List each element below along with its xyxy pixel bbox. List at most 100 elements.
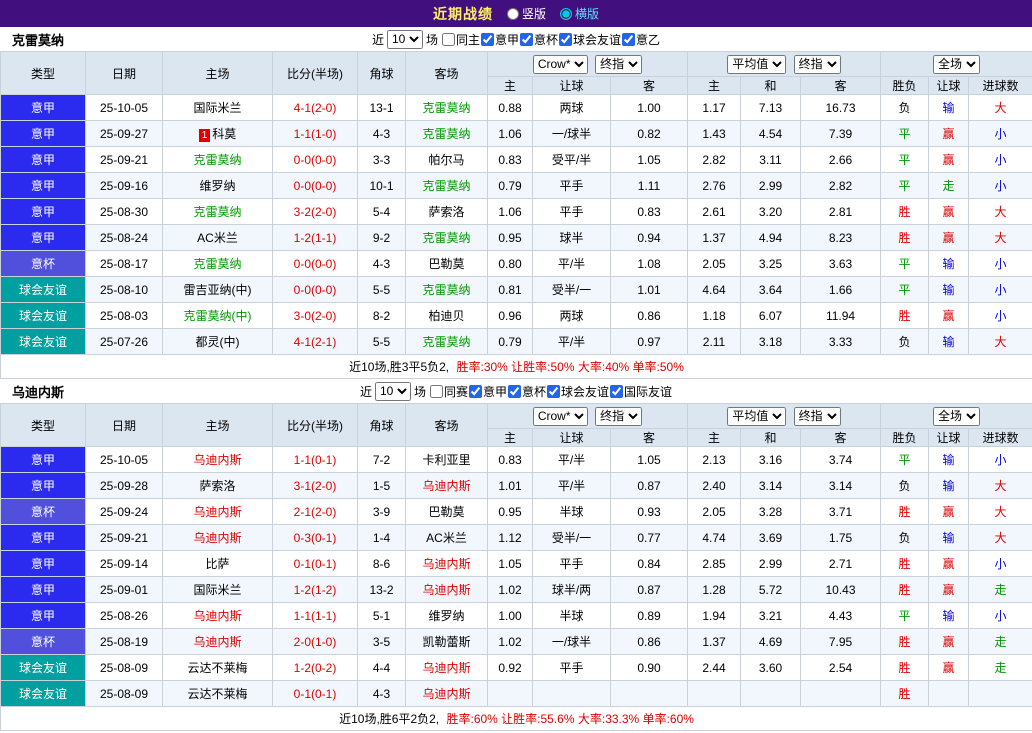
match-row: 意杯 25-09-24 乌迪内斯 2-1(2-0) 3-9 巴勒莫 0.95 半球 0.93 2.… bbox=[0, 498, 1032, 525]
odds-handicap-cell: 球半 bbox=[532, 224, 611, 251]
vertical-layout-radio[interactable] bbox=[506, 7, 519, 20]
filter-checkbox[interactable] bbox=[622, 32, 636, 46]
filter-checkbox[interactable] bbox=[429, 384, 443, 398]
result-goals-cell: 大 bbox=[968, 472, 1032, 499]
col-away: 客场 bbox=[405, 403, 488, 447]
filter-checkbox-option[interactable]: 同主 bbox=[441, 31, 480, 48]
type-cell: 意甲 bbox=[0, 146, 86, 173]
layout-option-vertical[interactable]: 竖版 bbox=[506, 5, 546, 22]
filter-checkbox-option[interactable]: 国际友谊 bbox=[610, 383, 672, 400]
avg-home-cell bbox=[687, 680, 741, 707]
score-cell: 1-2(1-2) bbox=[272, 576, 358, 603]
filter-checkbox-option[interactable]: 同赛 bbox=[429, 383, 468, 400]
result-goals-cell: 小 bbox=[968, 146, 1032, 173]
fullmatch-select[interactable]: 全场 bbox=[933, 54, 981, 74]
match-row: 意甲 25-10-05 国际米兰 4-1(2-0) 13-1 克雷莫纳 0.88 两球 1.00… bbox=[0, 94, 1032, 121]
filter-checkbox[interactable] bbox=[610, 384, 624, 398]
result-outcome-cell: 胜 bbox=[880, 302, 930, 329]
avg-time-select[interactable]: 终指 bbox=[793, 54, 841, 74]
score-cell: 4-1(2-1) bbox=[272, 328, 358, 355]
average-select[interactable]: 平均值 bbox=[727, 54, 787, 74]
odds-time-select[interactable]: 终指 bbox=[595, 406, 643, 426]
fullmatch-select[interactable]: 全场 bbox=[933, 406, 981, 426]
match-count-select[interactable]: 10 bbox=[374, 381, 411, 401]
result-group: 全场 bbox=[880, 51, 1032, 77]
score-cell: 3-1(2-0) bbox=[272, 472, 358, 499]
score-cell: 0-0(0-0) bbox=[272, 172, 358, 199]
odds-handicap-cell: 受平/半 bbox=[532, 146, 611, 173]
home-team-cell: 克雷莫纳(中) bbox=[162, 302, 273, 329]
filter-checkbox[interactable] bbox=[441, 32, 455, 46]
away-team-cell: 乌迪内斯 bbox=[405, 576, 488, 603]
odds-away-cell: 0.82 bbox=[610, 120, 688, 147]
odds-home-cell: 1.06 bbox=[487, 198, 533, 225]
corners-cell: 13-2 bbox=[357, 576, 406, 603]
match-row: 球会友谊 25-08-09 云达不莱梅 0-1(0-1) 4-3 乌迪内斯 胜 bbox=[0, 680, 1032, 707]
vertical-layout-label: 竖版 bbox=[521, 7, 546, 21]
filter-checkbox-option[interactable]: 意杯 bbox=[508, 383, 546, 400]
home-team-cell: 乌迪内斯 bbox=[162, 628, 273, 655]
filter-checkbox-option[interactable]: 意甲 bbox=[480, 31, 519, 48]
away-team-cell: 柏迪贝 bbox=[405, 302, 488, 329]
filter-checkbox[interactable] bbox=[547, 384, 561, 398]
odds-handicap-cell: 球半/两 bbox=[532, 576, 611, 603]
home-team-cell: 雷吉亚纳(中) bbox=[162, 276, 273, 303]
filter-checkbox[interactable] bbox=[480, 32, 494, 46]
result-outcome-cell: 胜 bbox=[880, 576, 930, 603]
away-team-cell: 克雷莫纳 bbox=[405, 94, 488, 121]
filter-checkbox[interactable] bbox=[508, 384, 521, 398]
result-outcome-cell: 胜 bbox=[880, 654, 930, 681]
home-team-cell: 维罗纳 bbox=[162, 172, 273, 199]
score-cell: 1-2(0-2) bbox=[272, 654, 358, 681]
team-name: 克雷莫纳 bbox=[12, 32, 65, 48]
odds-away-cell: 0.77 bbox=[610, 524, 688, 551]
filter-checkbox[interactable] bbox=[468, 384, 482, 398]
corners-cell: 1-5 bbox=[357, 472, 406, 499]
filter-checkbox[interactable] bbox=[559, 32, 573, 46]
col-score: 比分(半场) bbox=[272, 51, 358, 95]
avg-time-select[interactable]: 终指 bbox=[793, 406, 841, 426]
result-goals-cell: 大 bbox=[968, 524, 1032, 551]
handicap-odds-group: Crow* 终指 bbox=[487, 403, 688, 429]
odds-home-cell: 0.80 bbox=[487, 250, 533, 277]
layout-option-horizontal[interactable]: 横版 bbox=[560, 5, 599, 22]
col-type: 类型 bbox=[0, 51, 86, 95]
date-cell: 25-08-19 bbox=[85, 628, 163, 655]
score-cell: 1-2(1-1) bbox=[272, 224, 358, 251]
filter-checkbox-option[interactable]: 意甲 bbox=[468, 383, 507, 400]
odds-time-select[interactable]: 终指 bbox=[595, 54, 643, 74]
horizontal-layout-radio[interactable] bbox=[560, 7, 572, 20]
date-cell: 25-08-09 bbox=[85, 654, 163, 681]
filter-checkbox-option[interactable]: 球会友谊 bbox=[559, 31, 621, 48]
odds-home-cell: 0.88 bbox=[487, 94, 533, 121]
corners-cell: 13-1 bbox=[357, 94, 406, 121]
filter-checkbox-label: 意乙 bbox=[636, 32, 661, 47]
filter-checkbox[interactable] bbox=[520, 32, 533, 46]
result-goals-cell: 大 bbox=[968, 328, 1032, 355]
date-cell: 25-09-01 bbox=[85, 576, 163, 603]
corners-cell: 5-5 bbox=[357, 276, 406, 303]
avg-home-cell: 2.40 bbox=[687, 472, 741, 499]
odds-home-cell: 1.06 bbox=[487, 120, 533, 147]
avg-away-cell: 2.81 bbox=[799, 198, 882, 225]
bookmaker-select[interactable]: Crow* bbox=[532, 406, 588, 426]
away-team-cell: 克雷莫纳 bbox=[405, 120, 488, 147]
filter-checkbox-option[interactable]: 意杯 bbox=[520, 31, 558, 48]
type-cell: 球会友谊 bbox=[0, 654, 86, 681]
filter-checkbox-option[interactable]: 意乙 bbox=[622, 31, 660, 48]
filter-checkbox-group: 同主 意甲 意杯 球会友谊 意乙 bbox=[441, 31, 660, 48]
odds-home-cell: 1.01 bbox=[487, 472, 533, 499]
subcol-home-odds: 主 bbox=[487, 76, 533, 95]
odds-home-cell: 0.81 bbox=[487, 276, 533, 303]
average-select[interactable]: 平均值 bbox=[727, 406, 787, 426]
score-cell: 0-1(0-1) bbox=[272, 680, 358, 707]
filter-checkbox-label: 同主 bbox=[455, 32, 480, 47]
bookmaker-select[interactable]: Crow* bbox=[532, 54, 588, 74]
away-team-cell: 巴勒莫 bbox=[405, 498, 488, 525]
away-team-cell: 克雷莫纳 bbox=[405, 172, 488, 199]
date-cell: 25-07-26 bbox=[85, 328, 163, 355]
result-goals-cell: 小 bbox=[968, 120, 1032, 147]
match-count-select[interactable]: 10 bbox=[386, 29, 423, 49]
filter-checkbox-option[interactable]: 球会友谊 bbox=[547, 383, 609, 400]
result-handicap-cell: 输 bbox=[928, 328, 970, 355]
